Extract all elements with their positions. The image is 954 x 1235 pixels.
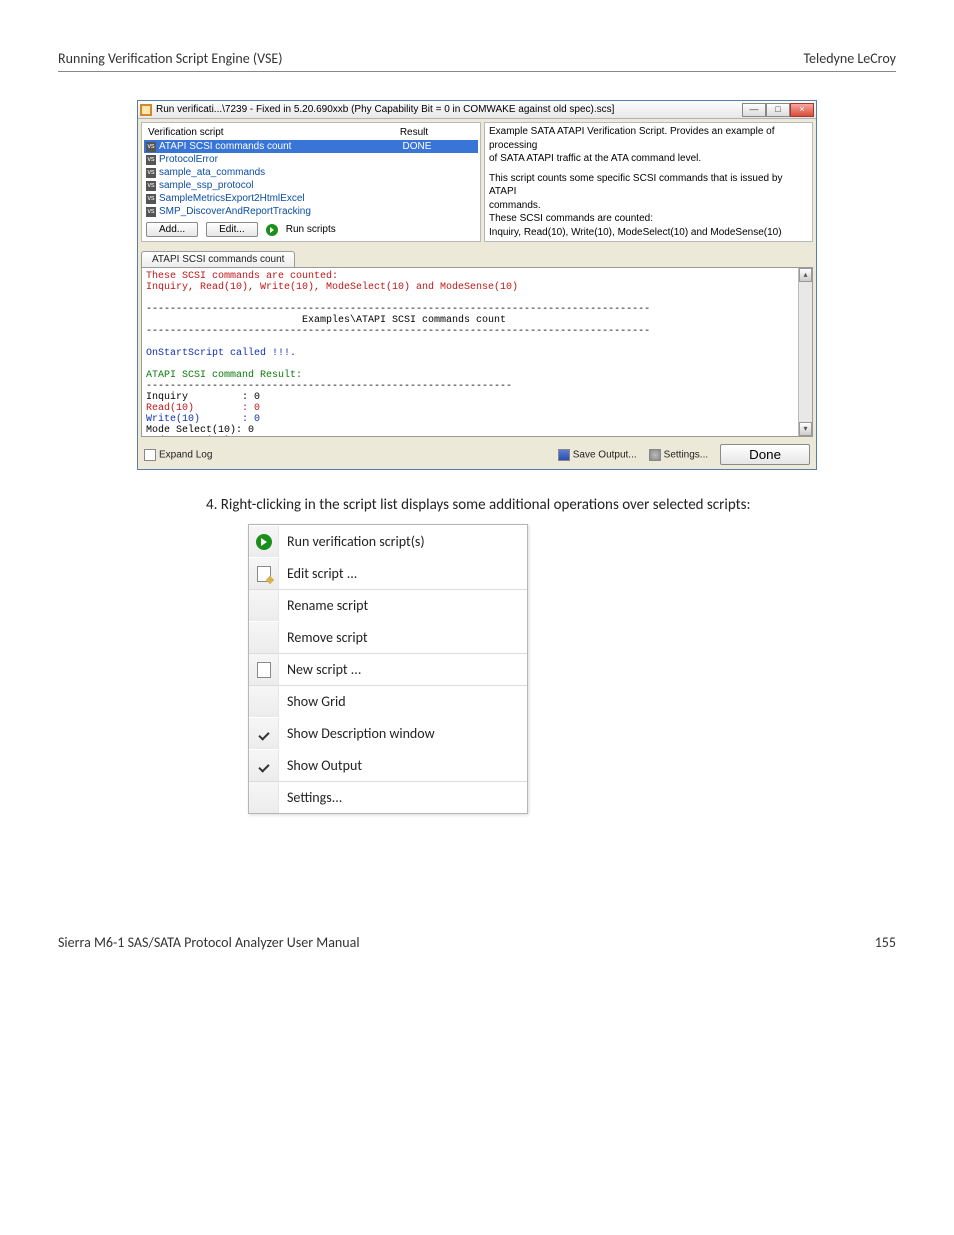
add-button[interactable]: Add... bbox=[146, 222, 198, 237]
menu-show-grid[interactable]: Show Grid bbox=[249, 685, 527, 717]
desc-line: Example SATA ATAPI Verification Script. … bbox=[489, 125, 808, 139]
column-result[interactable]: Result bbox=[354, 125, 474, 140]
titlebar: Run verificati...\7239 - Fixed in 5.20.6… bbox=[138, 101, 816, 119]
script-icon: vs bbox=[146, 194, 156, 204]
play-icon bbox=[256, 534, 272, 550]
script-list[interactable]: vs ATAPI SCSI commands count DONE vs Pro… bbox=[144, 140, 478, 218]
script-result: DONE bbox=[362, 141, 472, 152]
menu-show-output[interactable]: Show Output bbox=[249, 749, 527, 781]
vse-window: Run verificati...\7239 - Fixed in 5.20.6… bbox=[137, 100, 817, 470]
description-panel: Example SATA ATAPI Verification Script. … bbox=[484, 122, 813, 242]
script-icon: vs bbox=[146, 168, 156, 178]
menu-run[interactable]: Run verification script(s) bbox=[249, 525, 527, 557]
expand-icon bbox=[144, 449, 156, 461]
footer-left: Sierra M6-1 SAS/SATA Protocol Analyzer U… bbox=[58, 934, 360, 951]
save-output-button[interactable]: Save Output... bbox=[558, 449, 637, 461]
desc-line: These SCSI commands are counted: bbox=[489, 212, 808, 226]
script-row[interactable]: vs SampleMetricsExport2HtmlExcel bbox=[144, 192, 478, 205]
gear-icon bbox=[649, 449, 661, 461]
menu-edit[interactable]: Edit script ... bbox=[249, 557, 527, 589]
script-row[interactable]: vs sample_ssp_protocol bbox=[144, 179, 478, 192]
edit-icon bbox=[257, 566, 271, 582]
play-icon bbox=[266, 224, 278, 236]
script-row[interactable]: vs sample_ata_commands bbox=[144, 166, 478, 179]
header-left: Running Verification Script Engine (VSE) bbox=[58, 50, 283, 67]
menu-show-description[interactable]: Show Description window bbox=[249, 717, 527, 749]
script-list-panel: Verification script Result vs ATAPI SCSI… bbox=[141, 122, 481, 242]
edit-button[interactable]: Edit... bbox=[206, 222, 258, 237]
footer-page: 155 bbox=[875, 934, 896, 951]
script-name[interactable]: ProtocolError bbox=[159, 154, 218, 165]
scroll-down-button[interactable]: ▾ bbox=[799, 422, 812, 436]
script-row[interactable]: vs ProtocolError bbox=[144, 153, 478, 166]
desc-line: commands. bbox=[489, 199, 808, 213]
app-icon bbox=[140, 104, 152, 116]
desc-line: of SATA ATAPI traffic at the ATA command… bbox=[489, 152, 808, 166]
menu-remove[interactable]: Remove script bbox=[249, 621, 527, 653]
run-scripts-button[interactable]: Run scripts bbox=[286, 223, 336, 236]
desc-line: This script counts some specific SCSI co… bbox=[489, 172, 808, 199]
done-button[interactable]: Done bbox=[720, 444, 810, 465]
header-right: Teledyne LeCroy bbox=[803, 50, 896, 67]
script-row[interactable]: vs ATAPI SCSI commands count DONE bbox=[144, 140, 478, 153]
script-icon: vs bbox=[146, 155, 156, 165]
script-name[interactable]: SampleMetricsExport2HtmlExcel bbox=[159, 193, 305, 204]
menu-rename[interactable]: Rename script bbox=[249, 589, 527, 621]
output-tab[interactable]: ATAPI SCSI commands count bbox=[141, 251, 295, 267]
column-script[interactable]: Verification script bbox=[144, 125, 354, 140]
output-text: These SCSI commands are counted: Inquiry… bbox=[142, 268, 798, 436]
settings-button[interactable]: Settings... bbox=[649, 449, 708, 461]
check-icon bbox=[257, 759, 271, 773]
script-row[interactable]: vs SMP_DiscoverAndReportTracking bbox=[144, 205, 478, 218]
desc-line: processing bbox=[489, 139, 808, 153]
check-icon bbox=[257, 727, 271, 741]
window-title: Run verificati...\7239 - Fixed in 5.20.6… bbox=[156, 104, 738, 115]
script-icon: vs bbox=[146, 181, 156, 191]
scroll-up-button[interactable]: ▴ bbox=[799, 268, 812, 282]
close-button[interactable]: × bbox=[790, 103, 814, 117]
script-icon: vs bbox=[146, 142, 156, 152]
menu-new[interactable]: New script ... bbox=[249, 653, 527, 685]
script-name: ATAPI SCSI commands count bbox=[159, 141, 359, 152]
step-text: 4. Right-clicking in the script list dis… bbox=[206, 496, 846, 514]
context-menu: Run verification script(s) Edit script .… bbox=[248, 524, 528, 814]
script-name[interactable]: SMP_DiscoverAndReportTracking bbox=[159, 206, 311, 217]
minimize-button[interactable]: — bbox=[742, 103, 766, 117]
script-name[interactable]: sample_ata_commands bbox=[159, 167, 265, 178]
script-name[interactable]: sample_ssp_protocol bbox=[159, 180, 254, 191]
floppy-icon bbox=[558, 449, 570, 461]
expand-log-button[interactable]: Expand Log bbox=[144, 449, 212, 461]
output-scrollbar[interactable]: ▴ ▾ bbox=[798, 268, 812, 436]
script-icon: vs bbox=[146, 207, 156, 217]
new-icon bbox=[257, 662, 271, 678]
output-panel: These SCSI commands are counted: Inquiry… bbox=[141, 267, 813, 437]
menu-settings[interactable]: Settings... bbox=[249, 781, 527, 813]
desc-line: Inquiry, Read(10), Write(10), ModeSelect… bbox=[489, 226, 808, 240]
maximize-button[interactable]: □ bbox=[766, 103, 790, 117]
